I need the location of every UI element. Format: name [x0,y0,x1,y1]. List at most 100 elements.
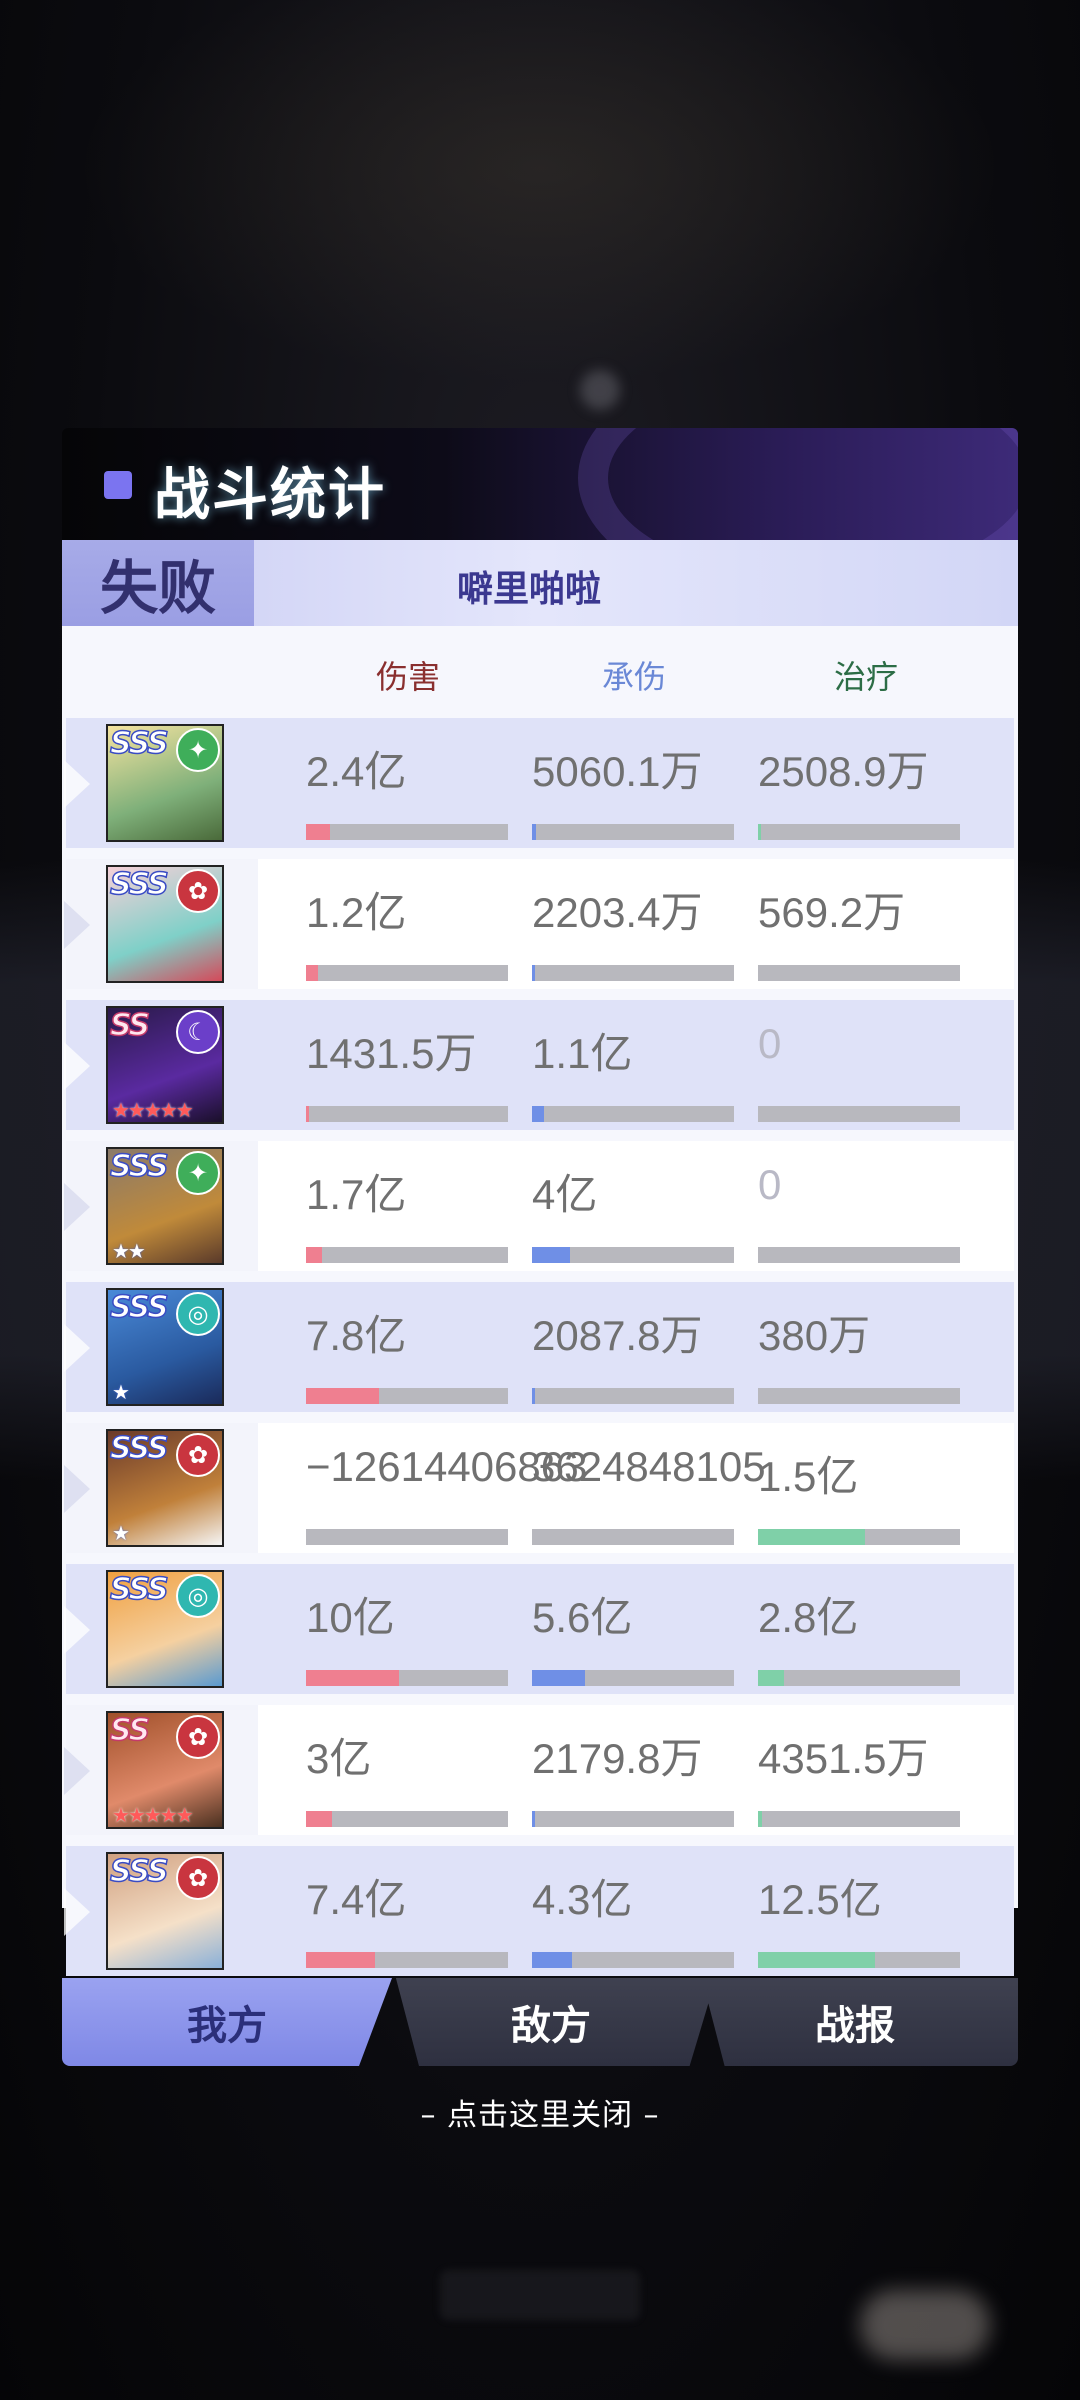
taken-bar [532,1106,734,1122]
grass-element-icon: ✦ [176,728,220,772]
tab-enemy[interactable]: 敌方 [395,1978,716,2066]
heal-bar [758,1811,960,1827]
hero-grade-badge: SSS [109,1149,169,1185]
background-light [580,370,620,410]
hero-grade-badge: SSS [109,726,169,762]
heal-value: 2508.9万 [758,748,929,795]
heal-stat: 0 [758,1161,968,1263]
background-blurred-text [440,2270,640,2320]
taken-stat: 2179.8万 [532,1725,742,1827]
hero-grade-badge: SSS [109,1854,169,1890]
hero-row: SSS ✿ ★ −12614406863 3624848105 1.5亿 [64,1423,1014,1553]
hero-portrait[interactable]: SSS ✿ [106,865,224,983]
damage-value: 1.7亿 [306,1171,407,1218]
damage-bar-fill [306,1670,399,1686]
row-marker-icon [64,1324,90,1372]
taken-stat: 4亿 [532,1161,742,1263]
heal-stat: 2508.9万 [758,738,968,840]
tab-mine[interactable]: 我方 [62,1978,392,2066]
taken-bar-fill [532,824,537,840]
heal-bar-fill [758,1952,876,1968]
hero-portrait[interactable]: SSS ✿ ★ [106,1429,224,1547]
taken-bar-fill [532,1247,571,1263]
damage-bar [306,1529,508,1545]
heal-bar [758,965,960,981]
damage-bar-fill [306,824,331,840]
hero-portrait[interactable]: SSS ✦ [106,724,224,842]
damage-bar-fill [306,1952,375,1968]
damage-stat: 3亿 [306,1725,516,1827]
taken-stat: 2087.8万 [532,1302,742,1404]
hero-portrait[interactable]: SSS ◎ [106,1570,224,1688]
taken-stat: 1.1亿 [532,1020,742,1122]
taken-bar [532,1811,734,1827]
damage-stat: 7.8亿 [306,1302,516,1404]
panel-title: 战斗统计 [154,463,386,528]
heal-stat: 0 [758,1020,968,1122]
heal-bar [758,1670,960,1686]
damage-bar-fill [306,1106,309,1122]
heal-value: 380万 [758,1312,871,1359]
row-marker-icon [64,1606,90,1654]
hero-stars: ★ [112,1521,130,1545]
heal-bar [758,1247,960,1263]
hero-portrait[interactable]: SSS ◎ ★ [106,1288,224,1406]
heal-bar-fill [758,824,761,840]
damage-value: 1431.5万 [306,1030,477,1077]
damage-bar [306,824,508,840]
damage-bar [306,1811,508,1827]
heal-value: 0 [758,1161,782,1208]
heal-stat: 4351.5万 [758,1725,968,1827]
heal-bar-fill [758,1811,763,1827]
hero-portrait[interactable]: SS ✿ ★★★★★ [106,1711,224,1829]
taken-value: 4.3亿 [532,1876,633,1923]
heal-stat: 12.5亿 [758,1866,968,1968]
taken-value: 5.6亿 [532,1594,633,1641]
heal-bar [758,1106,960,1122]
damage-bar [306,1952,508,1968]
hero-portrait[interactable]: SS ☾ ★★★★★ [106,1006,224,1124]
hero-cell: SSS ✦ ★★ [64,1141,258,1271]
taken-bar-fill [532,1811,535,1827]
damage-stat: 7.4亿 [306,1866,516,1968]
hero-grade-badge: SSS [109,1290,169,1326]
taken-stat: 5.6亿 [532,1584,742,1686]
heal-bar [758,1952,960,1968]
hero-stars: ★ [112,1380,130,1404]
hero-cell: SSS ✦ [64,718,258,848]
background-glow [0,0,1080,420]
taken-value: 2179.8万 [532,1735,703,1782]
column-header-heal: 治疗 [833,658,898,696]
result-bar: 失败 噼里啪啦 [62,540,1018,626]
damage-bar-fill [306,1247,323,1263]
taken-bar [532,1529,734,1545]
damage-stat: 2.4亿 [306,738,516,840]
taken-stat: 3624848105 [532,1443,766,1545]
hero-portrait[interactable]: SSS ✦ ★★ [106,1147,224,1265]
heal-value: 1.5亿 [758,1453,859,1500]
water-element-icon: ◎ [176,1574,220,1618]
hero-portrait[interactable]: SSS ✿ [106,1852,224,1970]
hero-stars: ★★★★★ [112,1803,194,1827]
hero-row: SSS ✿ 7.4亿 4.3亿 12.5亿 [64,1846,1014,1976]
heal-bar [758,1388,960,1404]
hero-cell: SS ✿ ★★★★★ [64,1705,258,1835]
row-marker-icon [64,1465,90,1513]
taken-bar-fill [532,1670,585,1686]
taken-bar-fill [532,1952,573,1968]
taken-bar-fill [532,1106,545,1122]
taken-bar [532,1247,734,1263]
panel-header: 战斗统计 [62,428,1018,540]
row-marker-icon [64,760,90,808]
heal-value: 2.8亿 [758,1594,859,1641]
damage-bar [306,1670,508,1686]
hero-grade-badge: SSS [109,1431,169,1467]
taken-stat: 5060.1万 [532,738,742,840]
taken-bar-fill [532,1388,535,1404]
damage-bar [306,1388,508,1404]
close-hint[interactable]: – 点击这里关闭 – [0,2090,1080,2134]
hero-cell: SS ☾ ★★★★★ [64,1000,258,1130]
tab-report[interactable]: 战报 [701,1978,1018,2066]
result-status: 失败 [99,554,216,622]
heal-value: 0 [758,1020,782,1067]
